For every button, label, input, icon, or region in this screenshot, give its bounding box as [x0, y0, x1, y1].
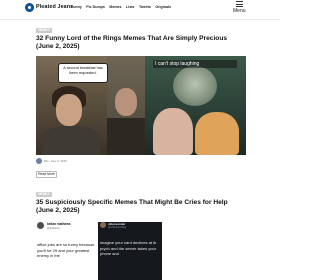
tweet-author-handle: @kellanM — [47, 226, 60, 230]
nav-item-funny[interactable]: Funny — [71, 5, 82, 9]
read-more-button[interactable]: Read More — [36, 171, 57, 178]
nav-item-lists[interactable]: Lists — [126, 5, 134, 9]
menu-button[interactable]: Menu — [233, 1, 247, 16]
post2-title[interactable]: 35 Suspiciously Specific Memes That Migh… — [36, 199, 246, 216]
nav-item-tweets[interactable]: Tweets — [139, 5, 151, 9]
post1-date: June 2, 2025 — [50, 159, 67, 163]
site-brand[interactable]: Pleated Jeans — [36, 4, 73, 10]
nav-item-originals[interactable]: Originals — [155, 5, 171, 9]
nav-item-pic-dumps[interactable]: Pic Dumps — [86, 5, 105, 9]
post2-featured-image[interactable]: kellan mathews @kellanM office jobs are … — [36, 222, 246, 280]
author-avatar[interactable] — [36, 158, 42, 164]
tweet-avatar — [100, 222, 106, 228]
site-logo-icon[interactable] — [25, 3, 34, 12]
post1-category-badge[interactable]: MEMES — [36, 28, 52, 33]
site-header: Pleated Jeans Funny Pic Dumps Memes List… — [0, 0, 280, 19]
meme-caption: I can't stop laughing — [153, 60, 237, 68]
tweet-text: office jobs are so funny because you'll … — [37, 242, 95, 259]
tweet-screenshot-right: vibesvender @Vibesvending imagine your c… — [98, 222, 162, 280]
meme-panel-right — [145, 56, 246, 155]
tweet-avatar — [37, 222, 44, 229]
nav-item-memes[interactable]: Memes — [109, 5, 121, 9]
main-nav: Funny Pic Dumps Memes Lists Tweets Origi… — [71, 5, 171, 9]
post2-category-badge[interactable]: MEMES — [36, 192, 52, 197]
hamburger-icon — [236, 1, 243, 7]
post1-title[interactable]: 32 Funny Lord of the Rings Memes That Ar… — [36, 35, 246, 52]
meme-speech-bubble: A second breakfast has been requested. — [58, 63, 108, 83]
post1-meta: Mia June 2, 2025 — [36, 158, 67, 164]
menu-label: Menu — [233, 8, 246, 14]
post1-featured-image[interactable]: A second breakfast has been requested. I… — [36, 56, 246, 155]
header-divider — [0, 19, 280, 20]
tweet-author-handle: @Vibesvending — [108, 226, 127, 229]
meme-panel-middle — [107, 56, 145, 155]
tweet-screenshot-left: kellan mathews @kellanM office jobs are … — [36, 222, 98, 280]
post1-author[interactable]: Mia — [44, 159, 49, 163]
tweet-text: imagine your card declines at tk prych a… — [100, 240, 157, 257]
